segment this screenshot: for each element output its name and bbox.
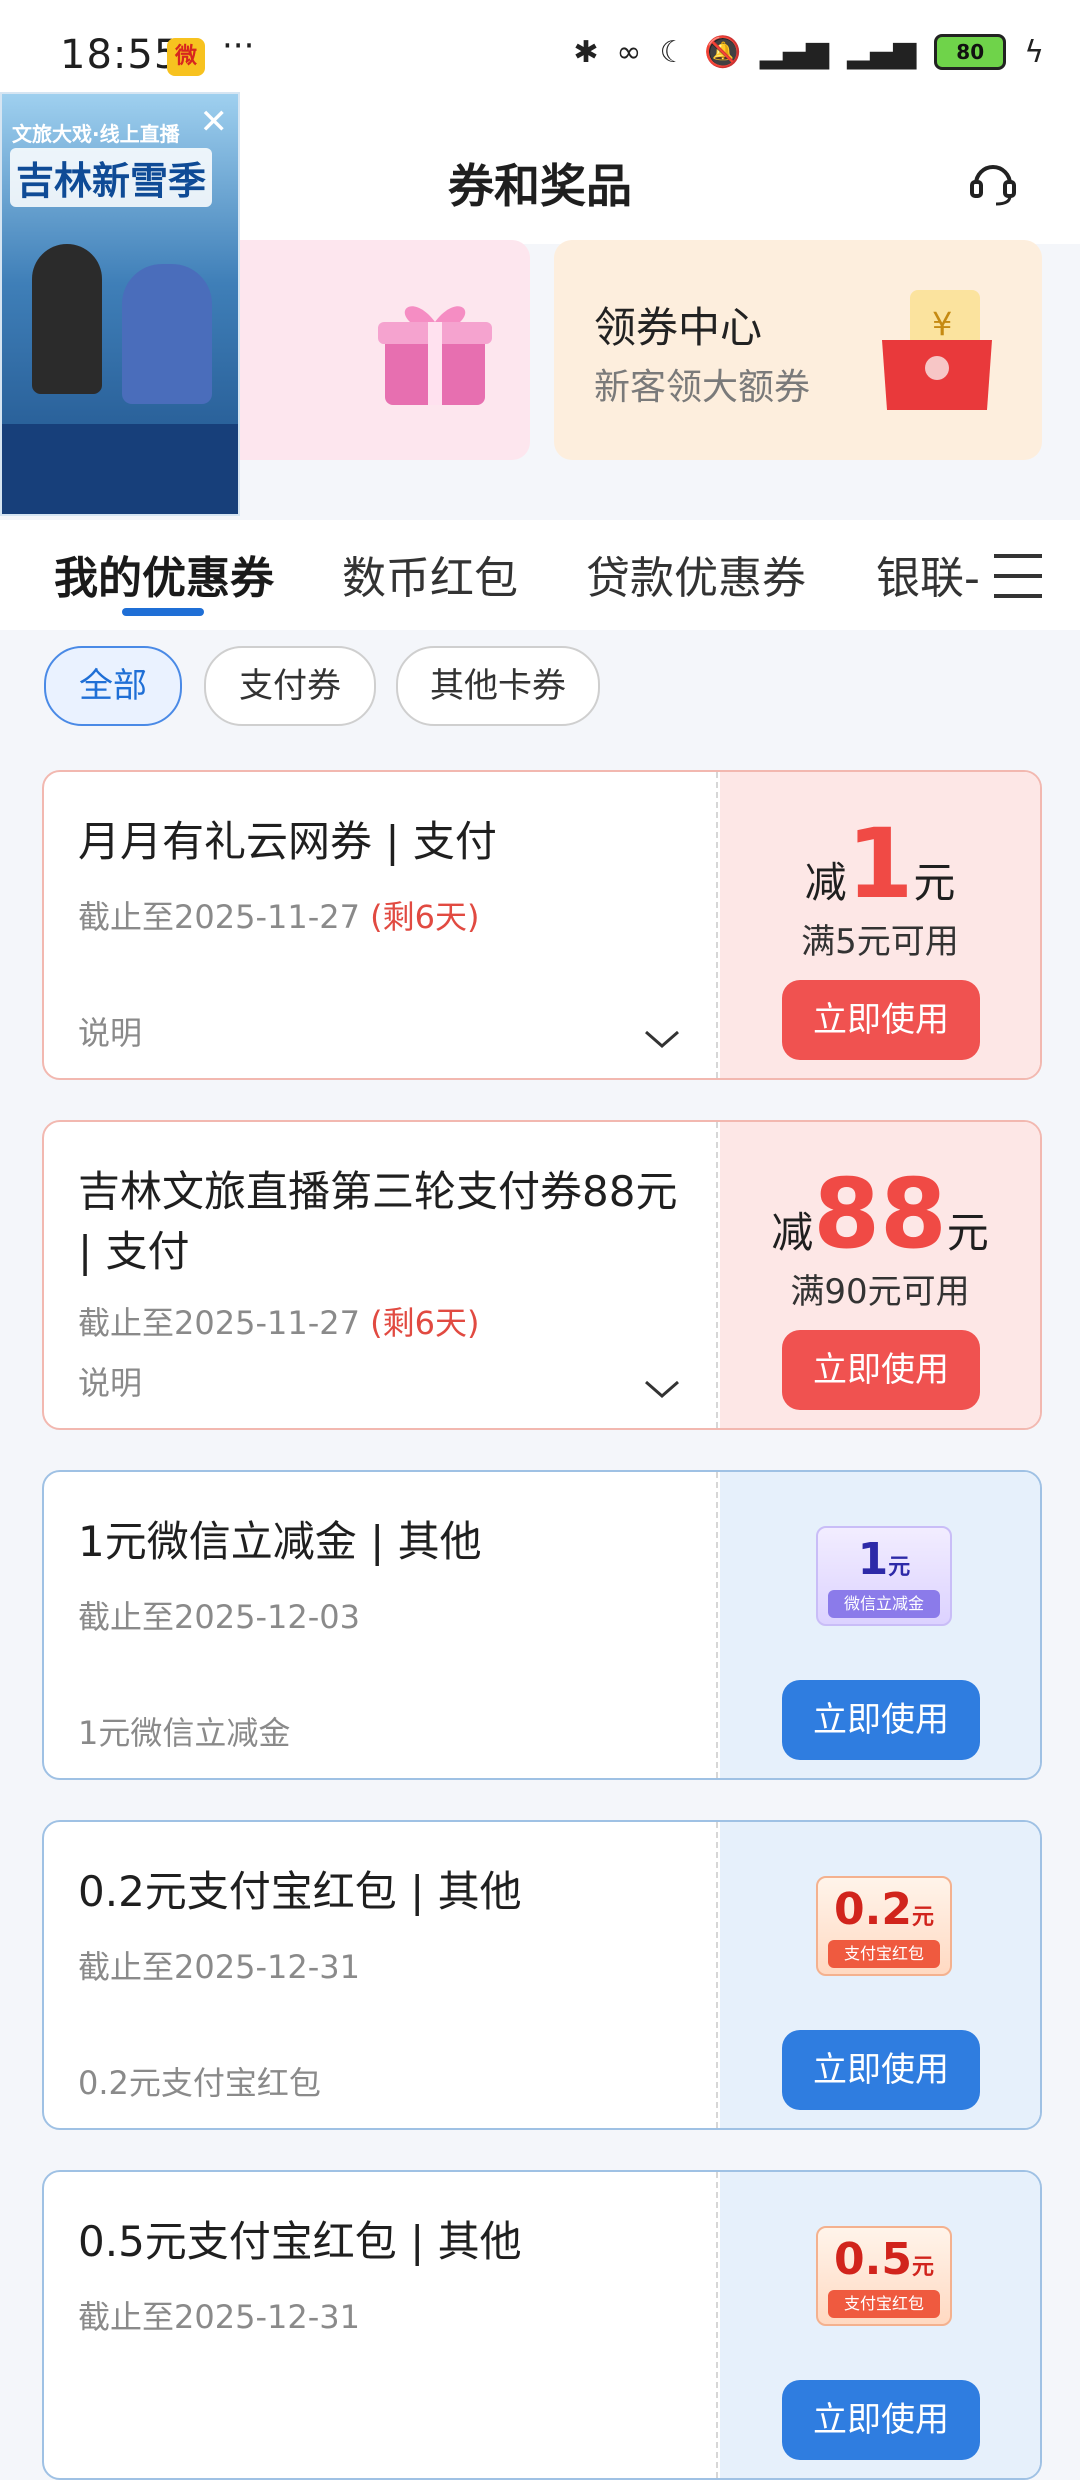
alipay-red-packet-badge: 0.5元 支付宝红包 [816, 2226, 952, 2326]
coupon-value-panel: 0.5元 支付宝红包 立即使用 [720, 2172, 1040, 2478]
coupon-card: 0.2元支付宝红包 | 其他 截止至2025-12-31 0.2元支付宝红包 0… [42, 1820, 1042, 2130]
svg-text:¥: ¥ [932, 305, 952, 343]
coupon-card: 1元微信立减金 | 其他 截止至2025-12-03 1元微信立减金 1元 微信… [42, 1470, 1042, 1780]
chip-all[interactable]: 全部 [44, 646, 182, 726]
coupon-description[interactable]: 说明 [78, 1008, 142, 1054]
coupon-condition: 满5元可用 [801, 922, 959, 962]
signal-5g-icon: ▂▄▆ [846, 34, 917, 70]
status-icons: ✱ ∞ ☾ 🔕 ▂▄▆ ▂▄▆ 80 ϟ [573, 34, 1044, 70]
coupon-amount: 减1元 [804, 808, 956, 920]
filter-chips: 全部 支付券 其他卡券 [0, 630, 1080, 740]
charging-icon: ϟ [1024, 34, 1044, 70]
coupon-expiry: 截止至2025-12-31 [78, 1948, 360, 1986]
coupon-title: 吉林文旅直播第三轮支付券88元 | 支付 [78, 1167, 678, 1276]
coupon-expiry: 截止至2025-11-27 (剩6天) [78, 898, 480, 936]
chevron-down-icon[interactable] [642, 1374, 682, 1404]
ad-host-image [32, 244, 102, 394]
coupon-divider [716, 1472, 718, 1778]
menu-icon[interactable] [994, 554, 1042, 598]
use-now-button[interactable]: 立即使用 [782, 2030, 980, 2110]
link-icon: ∞ [616, 34, 642, 70]
coupon-title: 1元微信立减金 | 其他 [78, 1517, 482, 1566]
coupon-card: 吉林文旅直播第三轮支付券88元 | 支付 截止至2025-11-27 (剩6天)… [42, 1120, 1042, 1430]
use-now-button[interactable]: 立即使用 [782, 1680, 980, 1760]
coupon-condition: 满90元可用 [790, 1272, 970, 1312]
ad-guest-image [122, 264, 212, 404]
coupon-value-panel: 0.2元 支付宝红包 立即使用 [720, 1822, 1040, 2128]
customer-service-icon[interactable] [966, 154, 1020, 208]
coupon-description[interactable]: 说明 [78, 1358, 142, 1404]
coupon-title: 0.5元支付宝红包 | 其他 [78, 2217, 522, 2266]
use-now-button[interactable]: 立即使用 [782, 1330, 980, 1410]
coupon-divider [716, 772, 718, 1078]
coupon-divider [716, 2172, 718, 2478]
tab-unionpay[interactable]: 银联- [876, 542, 980, 606]
coupon-divider [716, 1122, 718, 1428]
coupon-tabs: 我的优惠券 数币红包 贷款优惠券 银联- [0, 520, 1080, 630]
promo-right-title: 领券中心 [594, 303, 763, 352]
coupon-description: 0.2元支付宝红包 [78, 2064, 321, 2102]
alipay-red-packet-badge: 0.2元 支付宝红包 [816, 1876, 952, 1976]
use-now-button[interactable]: 立即使用 [782, 2380, 980, 2460]
ad-title: 吉林新雪季 [10, 148, 213, 207]
coupon-expiry: 截止至2025-11-27 (剩6天) [78, 1304, 480, 1342]
promo-card-coupon-center[interactable]: 领券中心 新客领大额券 ¥ [554, 240, 1042, 460]
coupon-expiry: 截止至2025-12-31 [78, 2298, 360, 2336]
tab-loan-coupons[interactable]: 贷款优惠券 [586, 542, 806, 606]
coupon-value-panel: 减88元 满90元可用 立即使用 [720, 1122, 1040, 1428]
chevron-down-icon[interactable] [642, 1024, 682, 1054]
coupon-description: 1元微信立减金 [78, 1714, 291, 1752]
weibo-icon: 微 [167, 38, 205, 76]
coupon-card: 月月有礼云网券 | 支付 截止至2025-11-27 (剩6天) 说明 减1元 … [42, 770, 1042, 1080]
gift-icon [378, 306, 492, 405]
tab-digital-red-packet[interactable]: 数币红包 [342, 542, 518, 606]
close-icon[interactable]: ✕ [200, 102, 229, 142]
coupon-remaining-days: (剩6天) [370, 898, 480, 936]
coupon-divider [716, 1822, 718, 2128]
active-tab-indicator [122, 608, 204, 616]
bluetooth-icon: ✱ [573, 34, 599, 70]
coupon-expiry: 截止至2025-12-03 [78, 1598, 360, 1636]
coupon-remaining-days: (剩6天) [370, 1304, 480, 1342]
red-envelope-icon: ¥ [882, 290, 992, 410]
chip-payment[interactable]: 支付券 [204, 646, 376, 726]
status-time: 18:55 [60, 32, 181, 78]
coupon-title: 0.2元支付宝红包 | 其他 [78, 1867, 522, 1916]
more-notifications-icon: ··· [222, 26, 255, 66]
signal-4g-icon: ▂▄▆ [759, 34, 829, 70]
coupon-title: 月月有礼云网券 | 支付 [78, 817, 497, 866]
coupon-value-panel: 减1元 满5元可用 立即使用 [720, 772, 1040, 1078]
ad-product-strip [2, 424, 238, 514]
use-now-button[interactable]: 立即使用 [782, 980, 980, 1060]
coupon-card: 0.5元支付宝红包 | 其他 截止至2025-12-31 0.5元 支付宝红包 … [42, 2170, 1042, 2480]
coupon-amount: 减88元 [771, 1158, 989, 1270]
ad-top-text: 文旅大戏·线上直播 [12, 122, 180, 146]
tab-my-coupons[interactable]: 我的优惠券 [54, 542, 274, 606]
moon-icon: ☾ [659, 34, 687, 70]
floating-ad[interactable]: 文旅大戏·线上直播 吉林新雪季 ✕ [0, 92, 240, 516]
battery-icon: 80 [934, 34, 1007, 70]
wechat-cash-badge: 1元 微信立减金 [816, 1526, 952, 1626]
chip-other-cards[interactable]: 其他卡券 [396, 646, 600, 726]
mute-icon: 🔕 [704, 34, 742, 70]
coupon-value-panel: 1元 微信立减金 立即使用 [720, 1472, 1040, 1778]
promo-right-subtitle: 新客领大额券 [594, 367, 811, 408]
